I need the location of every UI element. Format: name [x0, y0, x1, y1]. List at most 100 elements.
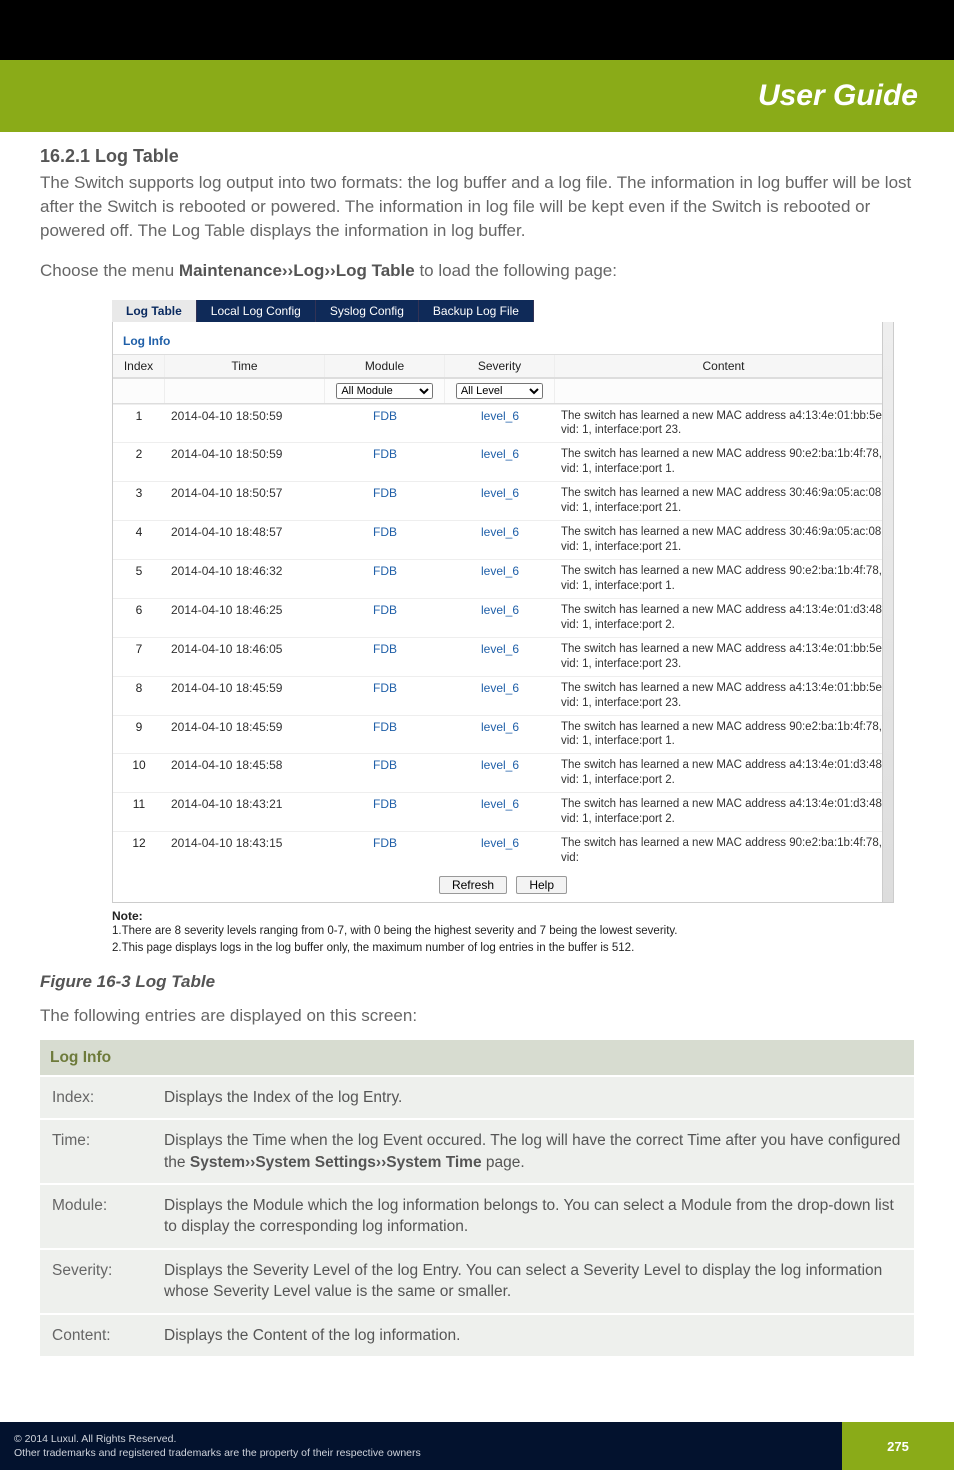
table-row: 112014-04-10 18:43:21FDBlevel_6The switc…	[113, 793, 893, 832]
table-row: 52014-04-10 18:46:32FDBlevel_6The switch…	[113, 560, 893, 599]
cell-content: The switch has learned a new MAC address…	[555, 793, 893, 832]
defs-desc: Displays the Index of the log Entry.	[152, 1076, 914, 1119]
defs-desc: Displays the Content of the log informat…	[152, 1314, 914, 1357]
cell-severity: level_6	[445, 560, 555, 599]
filter-module-cell: All Module	[325, 379, 445, 403]
table-row: 32014-04-10 18:50:57FDBlevel_6The switch…	[113, 482, 893, 521]
cell-index: 11	[113, 793, 165, 832]
menu-path-pre: Choose the menu	[40, 261, 179, 280]
cell-index: 2	[113, 443, 165, 482]
cell-index: 4	[113, 521, 165, 560]
severity-filter-select[interactable]: All Level	[456, 383, 543, 399]
defs-label: Content:	[40, 1314, 152, 1357]
cell-index: 9	[113, 715, 165, 754]
defs-header-cell: Log Info	[40, 1040, 914, 1076]
cell-index: 7	[113, 637, 165, 676]
defs-label: Index:	[40, 1076, 152, 1119]
table-row: 102014-04-10 18:45:58FDBlevel_6The switc…	[113, 754, 893, 793]
header-title: User Guide	[758, 79, 918, 113]
module-filter-select[interactable]: All Module	[336, 383, 432, 399]
note-line-1: 1.There are 8 severity levels ranging fr…	[112, 923, 894, 940]
cell-module: FDB	[325, 832, 445, 870]
cell-content: The switch has learned a new MAC address…	[555, 482, 893, 521]
cell-time: 2014-04-10 18:46:25	[165, 598, 325, 637]
cell-time: 2014-04-10 18:43:15	[165, 832, 325, 870]
cell-severity: level_6	[445, 715, 555, 754]
cell-time: 2014-04-10 18:46:05	[165, 637, 325, 676]
tab-row: Log Table Local Log Config Syslog Config…	[112, 300, 894, 322]
top-black-band	[0, 0, 954, 60]
defs-row: Index:Displays the Index of the log Entr…	[40, 1076, 914, 1119]
col-header-index: Index	[113, 355, 165, 377]
footer-page-number: 275	[842, 1422, 954, 1470]
filter-row: All Module All Level	[113, 378, 893, 404]
cell-module: FDB	[325, 715, 445, 754]
log-panel: Log Info Index Time Module Severity Cont…	[112, 322, 894, 904]
footer-trademarks: Other trademarks and registered trademar…	[14, 1446, 828, 1460]
defs-label: Time:	[40, 1119, 152, 1184]
cell-module: FDB	[325, 793, 445, 832]
table-row: 62014-04-10 18:46:25FDBlevel_6The switch…	[113, 598, 893, 637]
col-header-content: Content	[555, 355, 893, 377]
cell-content: The switch has learned a new MAC address…	[555, 560, 893, 599]
page-content: 16.2.1 Log Table The Switch supports log…	[0, 132, 954, 1386]
filter-severity-cell: All Level	[445, 379, 555, 403]
cell-module: FDB	[325, 676, 445, 715]
defs-row: Time:Displays the Time when the log Even…	[40, 1119, 914, 1184]
note-line-2: 2.This page displays logs in the log buf…	[112, 940, 894, 957]
defs-desc: Displays the Time when the log Event occ…	[152, 1119, 914, 1184]
refresh-button[interactable]: Refresh	[439, 876, 507, 894]
cell-content: The switch has learned a new MAC address…	[555, 832, 893, 870]
filter-empty-cont	[555, 379, 893, 403]
cell-time: 2014-04-10 18:46:32	[165, 560, 325, 599]
cell-content: The switch has learned a new MAC address…	[555, 521, 893, 560]
tab-syslog-config[interactable]: Syslog Config	[316, 300, 419, 322]
cell-content: The switch has learned a new MAC address…	[555, 404, 893, 443]
cell-time: 2014-04-10 18:43:21	[165, 793, 325, 832]
cell-module: FDB	[325, 443, 445, 482]
table-row: 12014-04-10 18:50:59FDBlevel_6The switch…	[113, 404, 893, 443]
col-header-module: Module	[325, 355, 445, 377]
tab-backup-log-file[interactable]: Backup Log File	[419, 300, 534, 322]
cell-severity: level_6	[445, 676, 555, 715]
cell-index: 8	[113, 676, 165, 715]
cell-index: 5	[113, 560, 165, 599]
cell-module: FDB	[325, 482, 445, 521]
tab-log-table[interactable]: Log Table	[112, 300, 197, 322]
cell-content: The switch has learned a new MAC address…	[555, 676, 893, 715]
cell-content: The switch has learned a new MAC address…	[555, 443, 893, 482]
table-row: 122014-04-10 18:43:15FDBlevel_6The switc…	[113, 832, 893, 870]
cell-content: The switch has learned a new MAC address…	[555, 598, 893, 637]
intro-paragraph: The Switch supports log output into two …	[40, 171, 914, 243]
cell-index: 3	[113, 482, 165, 521]
figure-caption: Figure 16-3 Log Table	[40, 972, 914, 992]
cell-index: 12	[113, 832, 165, 870]
cell-module: FDB	[325, 598, 445, 637]
header-badge: User Guide	[0, 60, 954, 132]
cell-module: FDB	[325, 754, 445, 793]
defs-header-row: Log Info	[40, 1040, 914, 1076]
button-row: Refresh Help	[113, 870, 893, 902]
tab-local-log-config[interactable]: Local Log Config	[197, 300, 316, 322]
cell-time: 2014-04-10 18:45:58	[165, 754, 325, 793]
cell-severity: level_6	[445, 598, 555, 637]
footer-left: © 2014 Luxul. All Rights Reserved. Other…	[0, 1422, 842, 1470]
help-button[interactable]: Help	[516, 876, 567, 894]
cell-severity: level_6	[445, 832, 555, 870]
log-table: 12014-04-10 18:50:59FDBlevel_6The switch…	[113, 404, 893, 871]
cell-severity: level_6	[445, 482, 555, 521]
menu-path-bold: Maintenance››Log››Log Table	[179, 261, 415, 280]
cell-index: 10	[113, 754, 165, 793]
page-footer: © 2014 Luxul. All Rights Reserved. Other…	[0, 1422, 954, 1470]
cell-content: The switch has learned a new MAC address…	[555, 637, 893, 676]
cell-index: 1	[113, 404, 165, 443]
defs-desc: Displays the Severity Level of the log E…	[152, 1249, 914, 1314]
defs-row: Module:Displays the Module which the log…	[40, 1184, 914, 1249]
defs-label: Module:	[40, 1184, 152, 1249]
menu-path-post: to load the following page:	[415, 261, 617, 280]
note-heading: Note:	[112, 909, 894, 923]
footer-copyright: © 2014 Luxul. All Rights Reserved.	[14, 1432, 828, 1446]
cell-time: 2014-04-10 18:45:59	[165, 676, 325, 715]
section-heading: 16.2.1 Log Table	[40, 146, 914, 167]
cell-time: 2014-04-10 18:50:59	[165, 404, 325, 443]
